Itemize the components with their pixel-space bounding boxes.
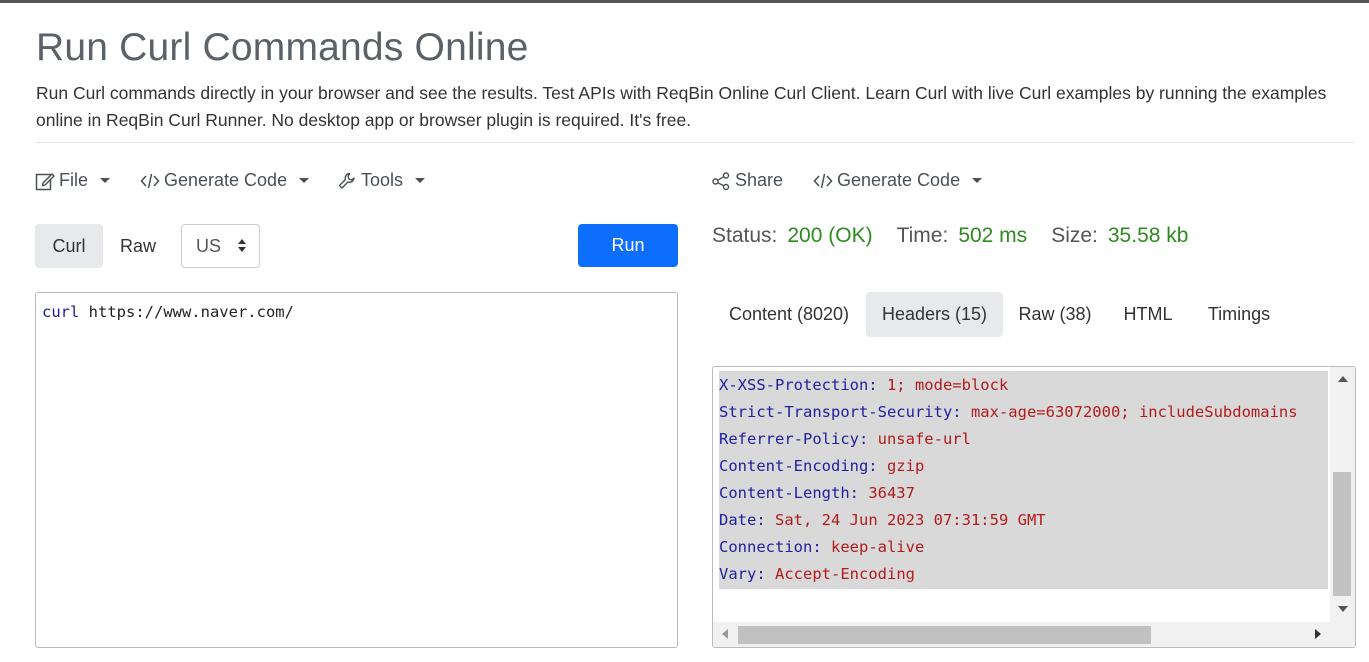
header-value: keep-alive xyxy=(821,538,925,556)
header-line: Content-Length: 36437 xyxy=(719,484,915,502)
chevron-down-icon xyxy=(415,178,426,183)
top-border xyxy=(0,0,1369,3)
scroll-up-icon[interactable] xyxy=(1338,376,1348,382)
header-key: Strict-Transport-Security: xyxy=(719,403,962,421)
generate-code-menu-right[interactable]: Generate Code xyxy=(813,170,983,191)
header-key: Content-Encoding: xyxy=(719,457,878,475)
response-headers-output[interactable]: X-XSS-Protection: 1; mode=block Strict-T… xyxy=(712,366,1356,648)
size-value: 35.58 kb xyxy=(1107,224,1189,247)
horizontal-scrollbar[interactable] xyxy=(713,622,1330,647)
share-label: Share xyxy=(735,170,784,190)
select-arrows-icon xyxy=(238,239,246,252)
size-label: Size: xyxy=(1051,224,1098,247)
header-value: 1; mode=block xyxy=(877,376,1009,394)
file-menu[interactable]: File xyxy=(35,170,111,191)
header-line: Referrer-Policy: unsafe-url xyxy=(719,430,971,448)
header-value: Accept-Encoding xyxy=(765,565,915,583)
header-value: gzip xyxy=(877,457,925,475)
command-url: https://www.naver.com/ xyxy=(79,303,294,321)
header-key: Vary: xyxy=(719,565,766,583)
code-icon xyxy=(140,171,160,191)
run-button[interactable]: Run xyxy=(578,224,678,267)
file-menu-label: File xyxy=(59,170,89,190)
tab-curl[interactable]: Curl xyxy=(35,224,103,268)
status-value: 200 (OK) xyxy=(787,224,873,247)
header-line: Strict-Transport-Security: max-age=63072… xyxy=(719,403,1298,421)
share-button[interactable]: Share xyxy=(711,170,783,191)
file-edit-icon xyxy=(35,171,55,191)
header-value: Sat, 24 Jun 2023 07:31:59 GMT xyxy=(765,511,1046,529)
chevron-down-icon xyxy=(972,178,983,183)
page-description: Run Curl commands directly in your brows… xyxy=(36,83,1327,130)
tab-content[interactable]: Content (8020) xyxy=(718,292,860,337)
tools-menu[interactable]: Tools xyxy=(337,170,426,191)
horizontal-scroll-thumb[interactable] xyxy=(738,626,1151,644)
divider xyxy=(36,142,1354,143)
scrollbar-corner xyxy=(1330,622,1355,647)
tools-label: Tools xyxy=(361,170,404,190)
header-line: Date: Sat, 24 Jun 2023 07:31:59 GMT xyxy=(719,511,1046,529)
share-icon xyxy=(711,171,731,191)
header-line: Content-Encoding: gzip xyxy=(719,457,924,475)
header-line: X-XSS-Protection: 1; mode=block xyxy=(719,376,1008,394)
generate-code-label: Generate Code xyxy=(164,170,288,190)
chevron-down-icon xyxy=(299,178,310,183)
scroll-left-icon[interactable] xyxy=(722,629,728,639)
header-key: Connection: xyxy=(719,538,822,556)
region-select-value: US xyxy=(196,235,222,256)
status-label: Status: xyxy=(712,224,778,247)
tab-timings[interactable]: Timings xyxy=(1192,292,1286,337)
tab-raw[interactable]: Raw xyxy=(107,224,169,268)
scroll-down-icon[interactable] xyxy=(1338,606,1348,612)
header-key: X-XSS-Protection: xyxy=(719,376,878,394)
region-select[interactable]: US xyxy=(181,224,260,268)
command-line: curl https://www.naver.com/ xyxy=(42,303,294,321)
time-value: 502 ms xyxy=(958,224,1028,247)
tab-headers[interactable]: Headers (15) xyxy=(866,292,1003,337)
generate-code-menu-left[interactable]: Generate Code xyxy=(140,170,310,191)
vertical-scrollbar[interactable] xyxy=(1330,367,1355,622)
header-value: max-age=63072000; includeSubdomains xyxy=(961,403,1298,421)
chevron-down-icon xyxy=(100,178,111,183)
command-keyword: curl xyxy=(42,303,80,321)
header-key: Date: xyxy=(719,511,766,529)
header-value: unsafe-url xyxy=(868,430,971,448)
wrench-icon xyxy=(337,171,357,191)
vertical-scroll-thumb[interactable] xyxy=(1333,472,1351,596)
code-icon xyxy=(813,171,833,191)
header-value: 36437 xyxy=(858,484,915,502)
tab-raw-response[interactable]: Raw (38) xyxy=(1008,292,1102,337)
curl-command-editor[interactable]: curl https://www.naver.com/ xyxy=(35,292,678,648)
header-line: Vary: Accept-Encoding xyxy=(719,565,915,583)
header-key: Content-Length: xyxy=(719,484,859,502)
tab-html[interactable]: HTML xyxy=(1110,292,1186,337)
generate-code-label: Generate Code xyxy=(837,170,961,190)
scroll-right-icon[interactable] xyxy=(1315,629,1321,639)
header-key: Referrer-Policy: xyxy=(719,430,869,448)
header-line: Connection: keep-alive xyxy=(719,538,924,556)
page-title: Run Curl Commands Online xyxy=(36,26,529,69)
time-label: Time: xyxy=(896,224,949,247)
response-status-bar: Status: 200 (OK) Time: 502 ms Size: 35.5… xyxy=(712,224,1212,248)
